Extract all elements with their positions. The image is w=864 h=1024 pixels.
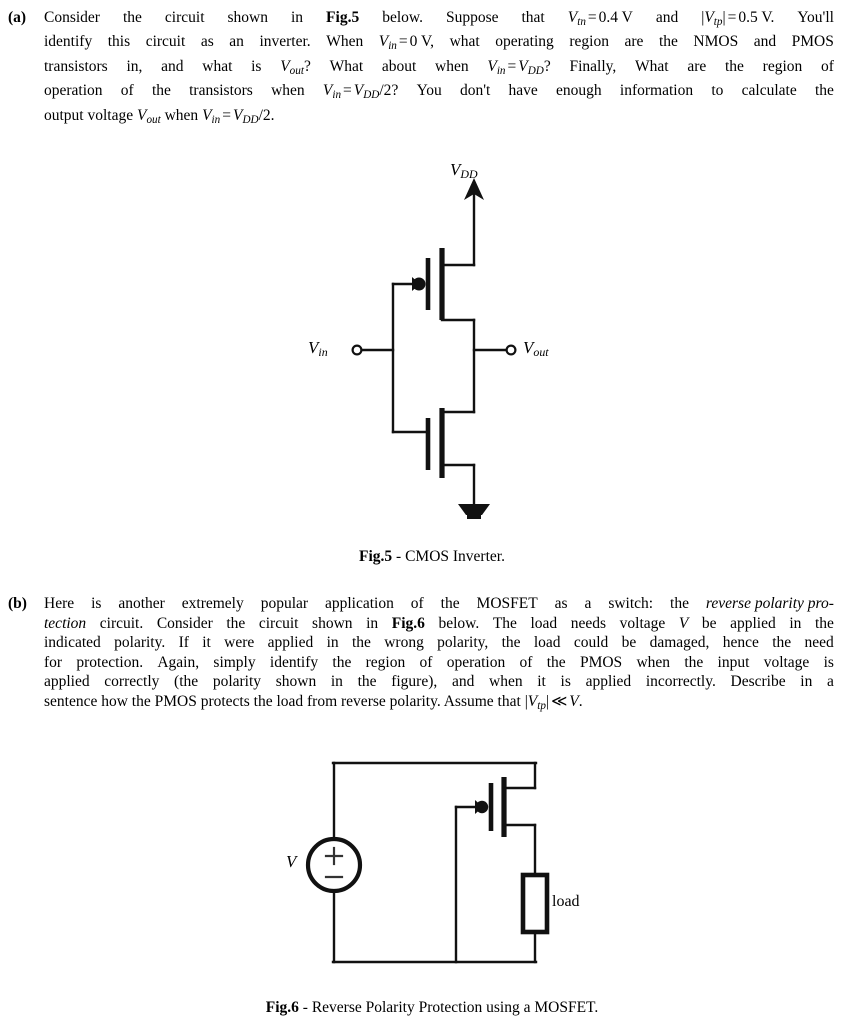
part-a-line-5: output voltage Vout when Vin = VDD/2.: [44, 106, 275, 126]
figure-5-cmos-inverter: VDD Vin Vout: [300, 160, 600, 535]
load-resistor-body: [520, 872, 550, 935]
part-b-line-4: for protection. Again, simply identify the reg…: [44, 653, 834, 671]
part-a-label: (a): [8, 9, 27, 26]
part-b-line-5: applied correctly (the polarity shown in the fi…: [44, 673, 834, 691]
ground-symbol-base-icon: [467, 515, 481, 519]
part-a-line-4: operation of the transistors when Vin = VDD/2? Y…: [44, 82, 834, 102]
part-b-line-2: tection circuit. Consider the circuit shown in…: [44, 614, 834, 632]
ground-symbol-icon: [458, 504, 490, 515]
part-a-text: Consider the circuit shown in Fig.5 below. Supp…: [44, 8, 834, 130]
figure-6-reverse-polarity-protection: V load: [270, 725, 610, 980]
figure-5-schematic: [351, 178, 517, 519]
part-b-text: Here is another extremely popular application…: [44, 594, 834, 716]
part-b-line-6: sentence how the PMOS protects the load …: [44, 692, 583, 712]
input-terminal-node: [351, 344, 363, 356]
figure-6-caption: Fig.6 - Reverse Polarity Protection usin…: [0, 999, 864, 1017]
figure-5-caption: Fig.5 - CMOS Inverter.: [0, 548, 864, 566]
vin-label: Vin: [308, 338, 328, 359]
vdd-label: VDD: [450, 160, 478, 181]
problem-part-b: (b) Here is another extremely popular applica…: [8, 594, 834, 716]
output-terminal-node: [505, 344, 517, 356]
problem-part-a: (a) Consider the circuit shown in Fig.5 below.…: [8, 8, 834, 130]
vout-label: Vout: [523, 338, 549, 359]
part-a-line-3: transistors in, and what is Vout? What about whe…: [44, 57, 834, 77]
voltage-source-label: V: [286, 852, 297, 871]
part-b-label: (b): [8, 595, 27, 612]
figure-6-caption-number: Fig.6: [265, 999, 299, 1016]
figure-6-schematic: [305, 761, 550, 964]
load-label: load: [552, 893, 580, 910]
figure-5-caption-number: Fig.5: [359, 548, 393, 565]
figure-5-caption-title: - CMOS Inverter.: [392, 548, 505, 565]
figure-6-caption-title: - Reverse Polarity Protection using a MO…: [298, 999, 599, 1016]
part-b-line-1: Here is another extremely popular application…: [44, 595, 834, 612]
document-page: (a) Consider the circuit shown in Fig.5 below.…: [0, 0, 864, 1024]
part-b-line-3: indicated polarity. If it were applied in the wr…: [44, 634, 834, 652]
part-a-line-2: identify this circuit as an inverter. When Vin =…: [44, 33, 834, 53]
part-a-line-1: Consider the circuit shown in Fig.5 below. Supp…: [44, 9, 834, 28]
